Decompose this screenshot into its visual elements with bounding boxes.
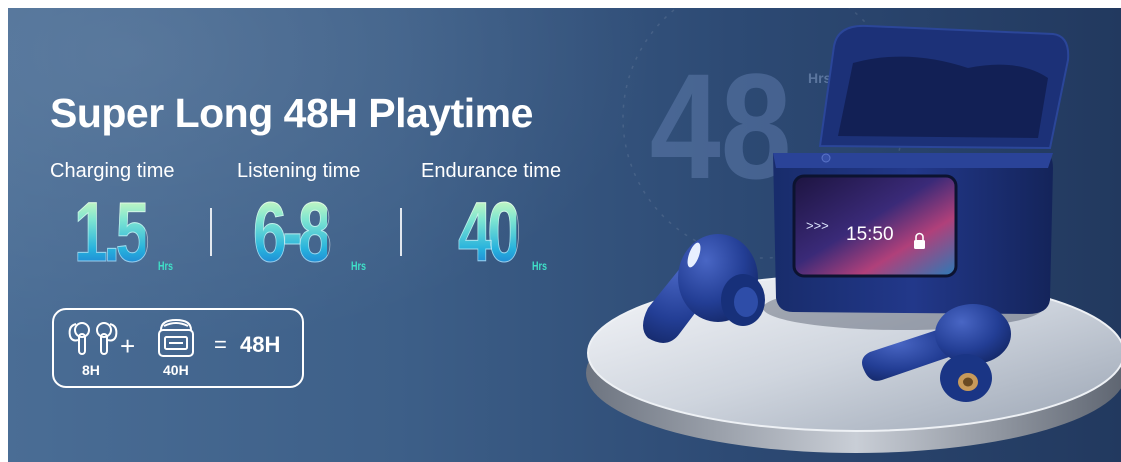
screen-time: 15:50 <box>846 224 894 245</box>
stat-value-endurance: 40 <box>458 185 522 279</box>
earbuds-hours: 8H <box>82 362 100 378</box>
page-title: Super Long 48H Playtime <box>50 90 533 136</box>
stat-label-endurance: Endurance time <box>421 160 562 182</box>
case-hours: 40H <box>163 362 189 378</box>
stat-unit-charging: Hrs <box>158 259 174 273</box>
divider <box>210 208 212 256</box>
stat-value-listening: 6-8 <box>253 185 333 279</box>
promo-banner: 48 Hrs >>> 15:50 Super Long 48H Playtime… <box>8 8 1121 462</box>
plus-sign: + <box>120 331 136 361</box>
stat-label-charging: Charging time <box>50 160 175 182</box>
product-scene: 48 Hrs >>> 15:50 <box>586 8 1121 453</box>
divider <box>400 208 402 256</box>
playtime-summary: + = 48H 8H 40H <box>52 308 304 388</box>
background-numeral: 48 <box>650 43 792 210</box>
screen-arrows: >>> <box>806 218 829 233</box>
total-playtime: 48H <box>240 332 281 357</box>
earbuds-icon <box>68 322 118 355</box>
stat-unit-endurance: Hrs <box>532 259 548 273</box>
stat-label-listening: Listening time <box>237 160 361 182</box>
stat-unit-listening: Hrs <box>351 259 367 273</box>
stat-value-charging: 1.5 <box>74 185 150 279</box>
charging-case-icon <box>158 318 194 357</box>
equals-sign: = <box>214 332 227 357</box>
